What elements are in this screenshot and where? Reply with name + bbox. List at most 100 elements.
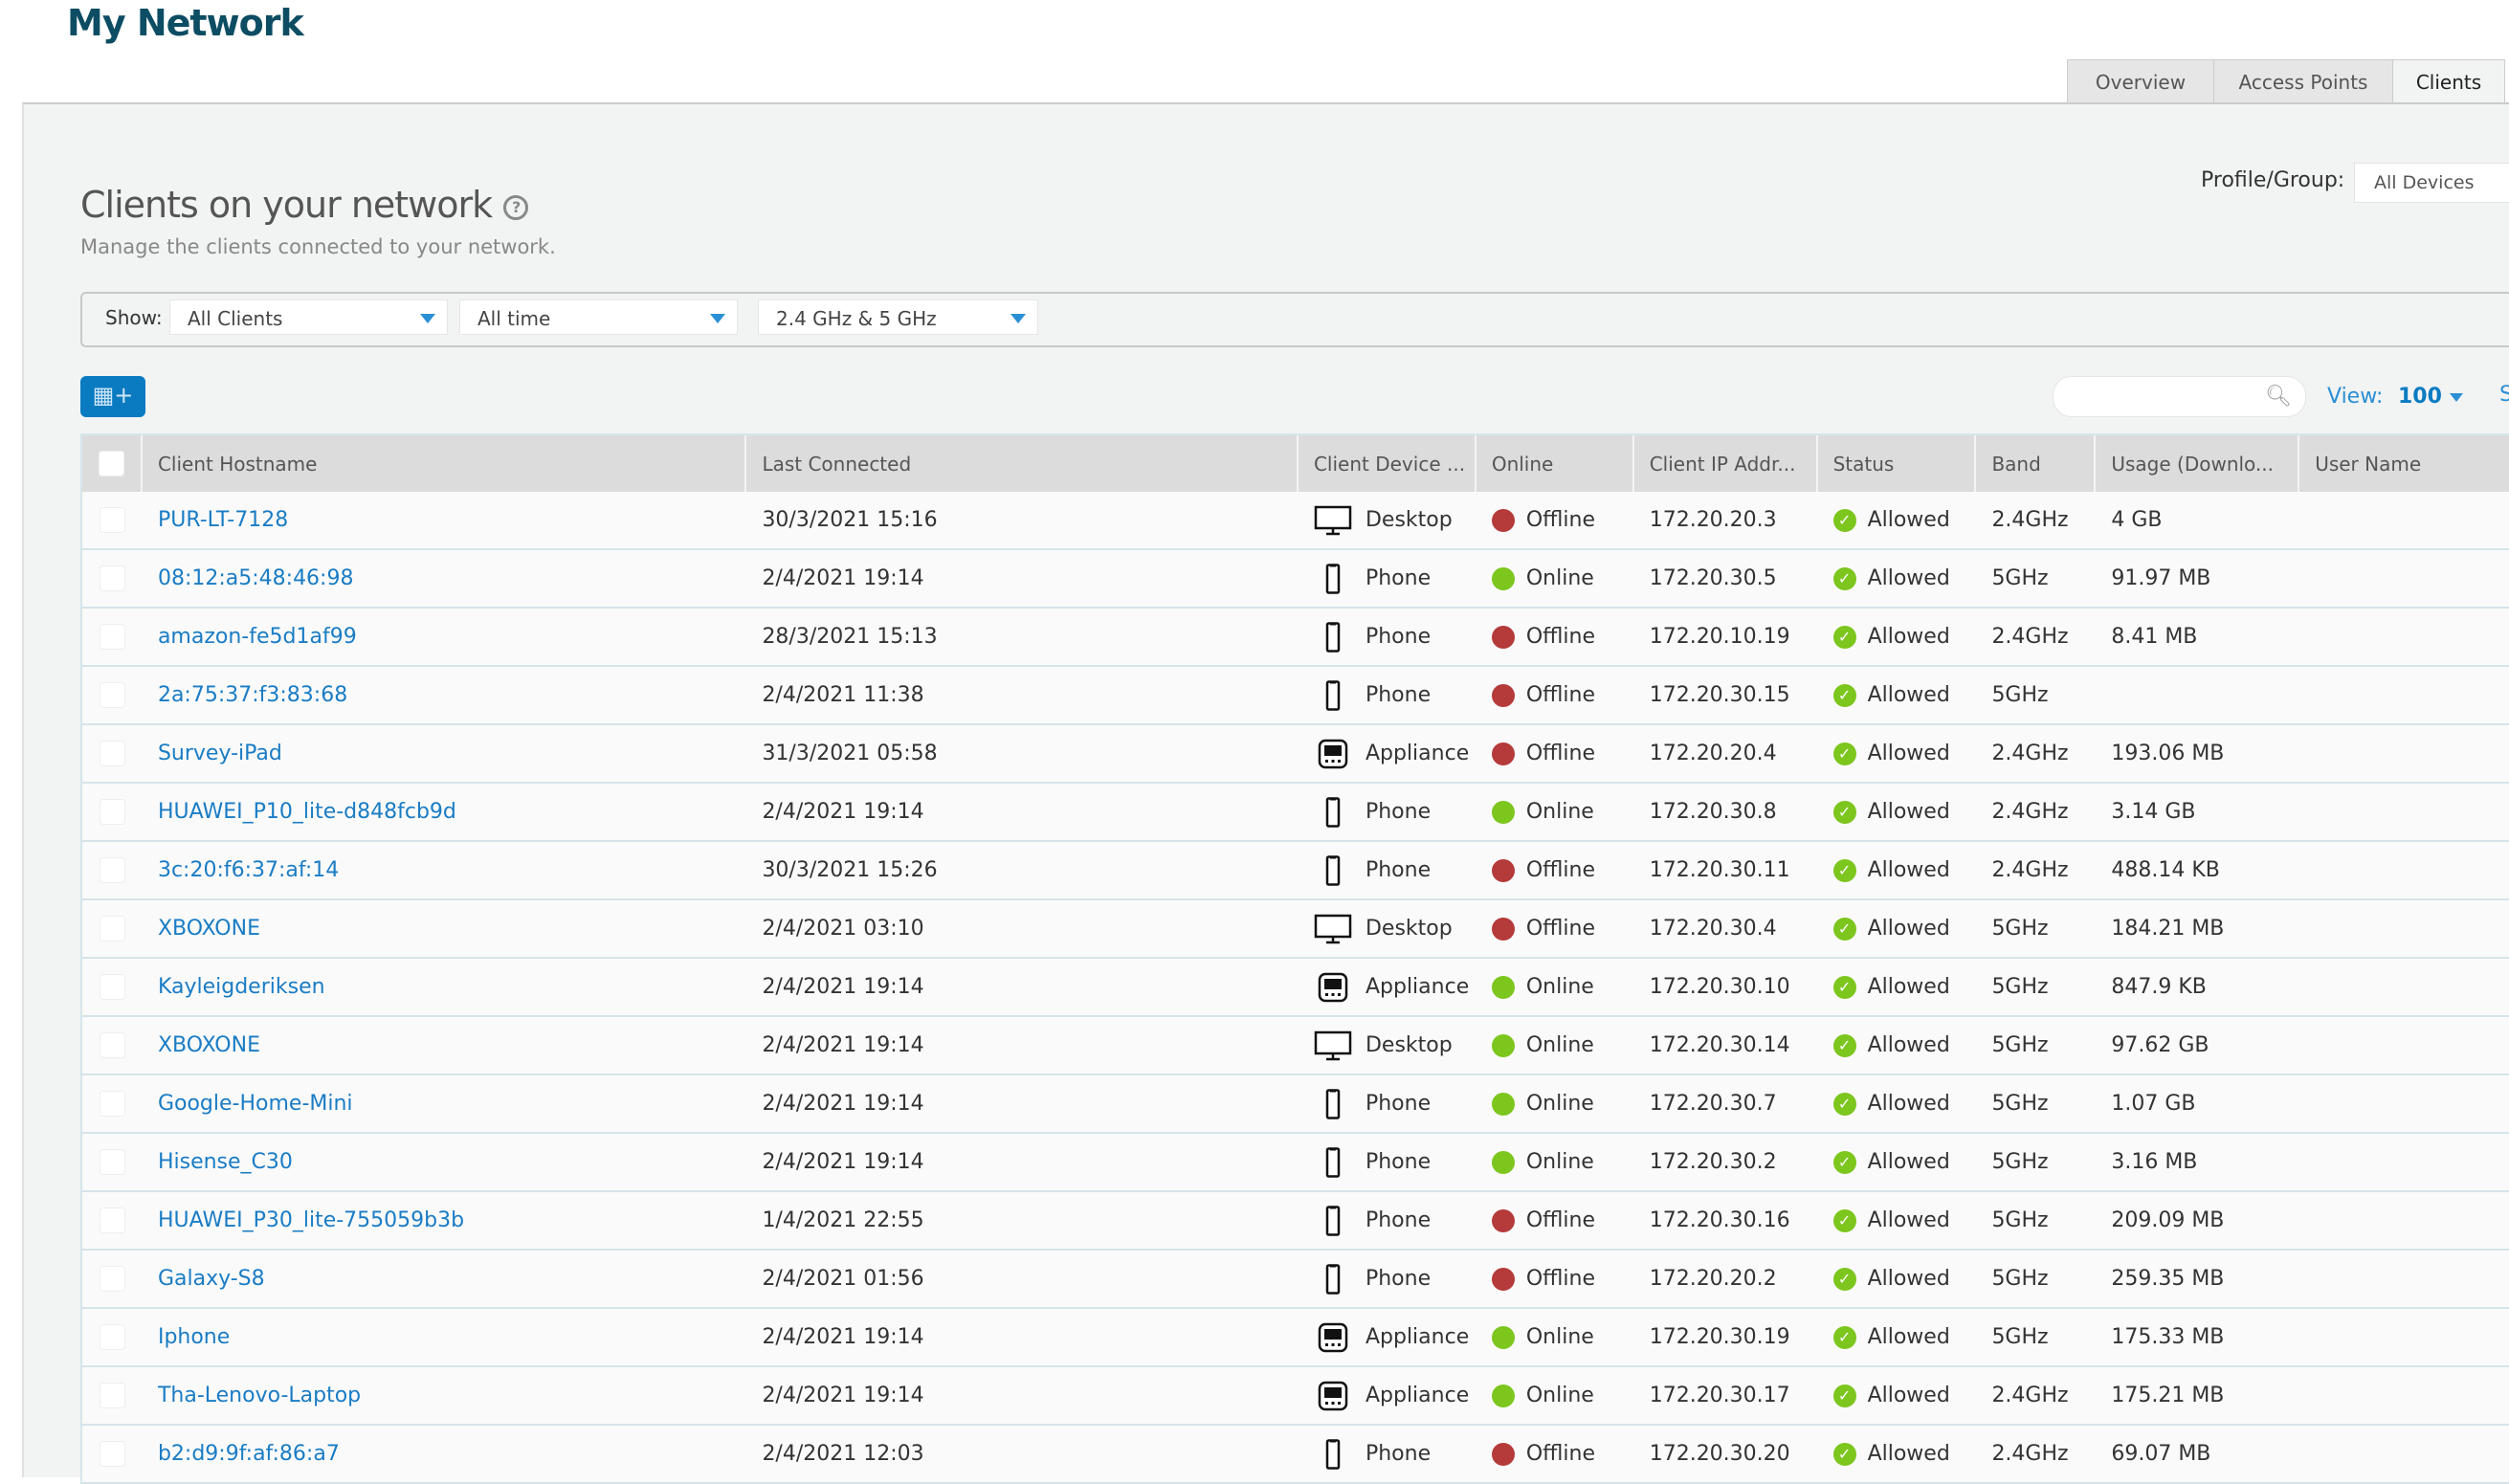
- client-hostname-link[interactable]: 3c:20:f6:37:af:14: [158, 858, 339, 882]
- table-row[interactable]: 3c:20:f6:37:af:14 30/3/2021 15:26 Phone Off…: [82, 842, 2509, 900]
- table-row[interactable]: HUAWEI_P10_lite-d848fcb9d 2/4/2021 19:14 P…: [82, 784, 2509, 842]
- table-row[interactable]: XBOXONE 2/4/2021 19:14 Desktop Online 172.20…: [82, 1017, 2509, 1075]
- table-row[interactable]: Tha-Lenovo-Laptop 2/4/2021 19:14 Appliance…: [82, 1367, 2509, 1426]
- table-row[interactable]: Kayleigderiksen 2/4/2021 19:14 Appliance On…: [82, 959, 2509, 1017]
- client-hostname-link[interactable]: Tha-Lenovo-Laptop: [158, 1384, 361, 1407]
- row-checkbox[interactable]: [99, 1441, 125, 1467]
- table-row[interactable]: Galaxy-S8 2/4/2021 01:56 Phone Offline 172.2…: [82, 1251, 2509, 1309]
- tab-overview[interactable]: Overview: [2067, 59, 2214, 104]
- band-cell: 5GHz: [1991, 1092, 2049, 1116]
- column-header-user-name[interactable]: User Name: [2299, 435, 2509, 492]
- column-header-online[interactable]: Online: [1477, 435, 1634, 492]
- column-header-client-hostname[interactable]: Client Hostname: [143, 435, 747, 492]
- row-checkbox[interactable]: [99, 1324, 125, 1350]
- client-hostname-link[interactable]: b2:d9:9f:af:86:a7: [158, 1442, 340, 1466]
- client-hostname-link[interactable]: HUAWEI_P30_lite-755059b3b: [158, 1208, 464, 1232]
- usage-cell: 97.62 GB: [2111, 1033, 2209, 1057]
- row-checkbox[interactable]: [99, 1207, 125, 1233]
- table-row[interactable]: 2a:75:37:f3:83:68 2/4/2021 11:38 Phone Offl…: [82, 667, 2509, 725]
- time-filter-select[interactable]: All time: [459, 299, 738, 335]
- client-hostname-link[interactable]: 2a:75:37:f3:83:68: [158, 683, 347, 707]
- online-status-dot-icon: [1491, 1150, 1515, 1174]
- select-all-checkbox[interactable]: [98, 451, 124, 476]
- row-checkbox[interactable]: [99, 1266, 125, 1292]
- table-row[interactable]: XBOXONE 2/4/2021 03:10 Desktop Offline 172.2…: [82, 900, 2509, 959]
- row-select-cell: [82, 1251, 143, 1307]
- tab-access-points[interactable]: Access Points: [2213, 59, 2393, 104]
- table-row[interactable]: PUR-LT-7128 30/3/2021 15:16 Desktop Offline…: [82, 492, 2509, 550]
- table-row[interactable]: amazon-fe5d1af99 28/3/2021 15:13 Phone Offl…: [82, 609, 2509, 667]
- row-checkbox[interactable]: [99, 1091, 125, 1117]
- view-count-select[interactable]: 100: [2398, 385, 2463, 409]
- last-connected-cell: 2/4/2021 19:14: [762, 566, 924, 590]
- band-filter-select[interactable]: 2.4 GHz & 5 GHz: [758, 299, 1038, 335]
- table-row[interactable]: Hisense_C30 2/4/2021 19:14 Phone Online 172.…: [82, 1134, 2509, 1192]
- search-icon[interactable]: 🔍︎: [2265, 385, 2292, 409]
- row-checkbox[interactable]: [99, 1149, 125, 1175]
- table-row[interactable]: Google-Home-Mini 2/4/2021 19:14 Phone Onlin…: [82, 1075, 2509, 1134]
- online-text: Online: [1525, 1384, 1594, 1407]
- client-hostname-link[interactable]: Hisense_C30: [158, 1150, 293, 1174]
- search-input[interactable]: 🔍︎: [2053, 376, 2306, 417]
- row-checkbox[interactable]: [99, 799, 125, 825]
- device-type-cell: Appliance: [1299, 959, 1477, 1015]
- table-row[interactable]: 08:12:a5:48:46:98 2/4/2021 19:14 Phone Onli…: [82, 550, 2509, 609]
- row-checkbox[interactable]: [99, 565, 125, 591]
- client-ip-cell: 172.20.20.2: [1649, 1267, 1777, 1291]
- row-checkbox[interactable]: [99, 857, 125, 883]
- client-hostname-link[interactable]: Iphone: [158, 1325, 230, 1349]
- status-text: Allowed: [1867, 1267, 1950, 1291]
- column-header-client-ip[interactable]: Client IP Addr...: [1634, 435, 1818, 492]
- user-name-cell: [2299, 1426, 2509, 1482]
- table-row[interactable]: b2:d9:9f:af:86:a7 2/4/2021 12:03 Phone Offl…: [82, 1426, 2509, 1484]
- online-cell: Online: [1477, 959, 1634, 1015]
- truncated-link[interactable]: S: [2499, 383, 2509, 407]
- check-circle-icon: ✓: [1832, 1033, 1856, 1057]
- column-header-band[interactable]: Band: [1976, 435, 2097, 492]
- row-checkbox[interactable]: [99, 741, 125, 766]
- tab-clients[interactable]: Clients: [2392, 59, 2505, 104]
- row-checkbox[interactable]: [99, 507, 125, 533]
- row-checkbox[interactable]: [99, 974, 125, 1000]
- device-type-cell: Phone: [1299, 1134, 1477, 1190]
- online-text: Online: [1525, 1033, 1594, 1057]
- client-hostname-link[interactable]: Google-Home-Mini: [158, 1092, 353, 1116]
- online-status-dot-icon: [1491, 1033, 1515, 1057]
- client-hostname-link[interactable]: HUAWEI_P10_lite-d848fcb9d: [158, 800, 456, 824]
- row-checkbox[interactable]: [99, 1383, 125, 1408]
- row-checkbox[interactable]: [99, 682, 125, 708]
- client-hostname-link[interactable]: PUR-LT-7128: [158, 508, 288, 532]
- appliance-icon: [1314, 1322, 1352, 1353]
- row-checkbox[interactable]: [99, 916, 125, 941]
- column-header-usage[interactable]: Usage (Downlo...: [2096, 435, 2300, 492]
- profile-group-select[interactable]: All Devices: [2354, 163, 2509, 203]
- offline-status-dot-icon: [1491, 508, 1515, 532]
- row-select-cell: [82, 609, 143, 665]
- client-hostname-link[interactable]: XBOXONE: [158, 1033, 260, 1057]
- client-hostname-link[interactable]: Kayleigderiksen: [158, 975, 325, 999]
- hostname-cell: Google-Home-Mini: [143, 1075, 746, 1132]
- row-checkbox[interactable]: [99, 1032, 125, 1058]
- columns-button[interactable]: ▦+: [80, 376, 145, 417]
- help-circle-icon[interactable]: ?: [503, 194, 529, 220]
- device-type-text: Phone: [1365, 1092, 1432, 1116]
- row-checkbox[interactable]: [99, 624, 125, 650]
- online-cell: Offline: [1477, 609, 1634, 665]
- client-filter-select[interactable]: All Clients: [169, 299, 448, 335]
- column-header-last-connected[interactable]: Last Connected: [746, 435, 1299, 492]
- row-select-cell: [82, 900, 143, 957]
- hostname-cell: b2:d9:9f:af:86:a7: [143, 1426, 746, 1482]
- client-hostname-link[interactable]: Survey-iPad: [158, 742, 282, 765]
- client-hostname-link[interactable]: XBOXONE: [158, 917, 260, 941]
- table-row[interactable]: Survey-iPad 31/3/2021 05:58 Appliance Offli…: [82, 725, 2509, 784]
- client-hostname-link[interactable]: Galaxy-S8: [158, 1267, 265, 1291]
- column-header-client-device[interactable]: Client Device ...: [1299, 435, 1477, 492]
- client-hostname-link[interactable]: amazon-fe5d1af99: [158, 625, 357, 649]
- column-header-status[interactable]: Status: [1818, 435, 1977, 492]
- status-cell: ✓ Allowed: [1818, 959, 1977, 1015]
- offline-status-dot-icon: [1491, 858, 1515, 882]
- table-row[interactable]: Iphone 2/4/2021 19:14 Appliance Online 172.2…: [82, 1309, 2509, 1367]
- table-row[interactable]: HUAWEI_P30_lite-755059b3b 1/4/2021 22:55 P…: [82, 1192, 2509, 1251]
- online-text: Offline: [1525, 1267, 1596, 1291]
- client-hostname-link[interactable]: 08:12:a5:48:46:98: [158, 566, 354, 590]
